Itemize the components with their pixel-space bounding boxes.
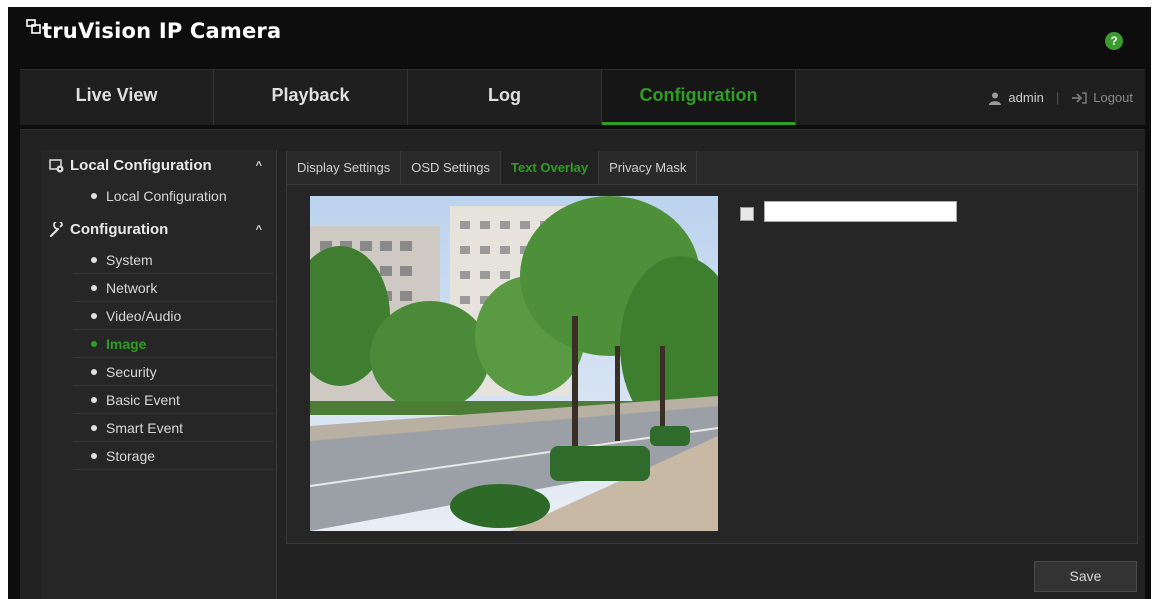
sidebar-item-basic-event[interactable]: Basic Event <box>73 386 273 414</box>
sidebar-item-smart-event[interactable]: Smart Event <box>73 414 273 442</box>
tab-privacy-mask[interactable]: Privacy Mask <box>599 151 698 184</box>
sidebar-section-local-configuration[interactable]: Local Configuration ^ <box>41 150 276 182</box>
sidebar-item-local-configuration[interactable]: Local Configuration <box>73 182 273 210</box>
logout-link[interactable]: Logout <box>1093 73 1133 123</box>
chevron-up-icon: ^ <box>255 160 262 172</box>
logout-icon <box>1072 91 1087 104</box>
nav-tab-configuration[interactable]: Configuration <box>602 70 796 125</box>
sidebar-section-configuration[interactable]: Configuration ^ <box>41 214 276 246</box>
tab-display-settings[interactable]: Display Settings <box>287 151 402 184</box>
overlay-enable-checkbox[interactable] <box>740 207 754 221</box>
user-area: admin | Logout <box>988 70 1133 125</box>
chevron-up-icon: ^ <box>255 224 262 236</box>
sidebar-item-video-audio[interactable]: Video/Audio <box>73 302 273 330</box>
nav-tab-live-view[interactable]: Live View <box>20 70 214 125</box>
save-button[interactable]: Save <box>1034 561 1137 592</box>
user-icon <box>989 92 1002 105</box>
wrench-icon <box>49 222 63 238</box>
user-separator: | <box>1055 89 1060 105</box>
main-nav: Live View Playback Log Configuration adm… <box>20 69 1145 125</box>
sidebar-item-security[interactable]: Security <box>73 358 273 386</box>
user-name[interactable]: admin <box>1008 73 1043 123</box>
sidebar-section-label: Configuration <box>70 221 169 238</box>
content-panel: Display Settings OSD Settings Text Overl… <box>286 151 1138 544</box>
main-panel: Local Configuration ^ Local Configuratio… <box>20 129 1145 599</box>
app-logo: truVision IP Camera <box>26 19 281 43</box>
sidebar-item-system[interactable]: System <box>73 246 273 274</box>
nav-tab-playback[interactable]: Playback <box>214 70 408 125</box>
overlay-text-input[interactable] <box>764 201 957 222</box>
camera-preview <box>310 196 718 531</box>
app-title: truVision IP Camera <box>42 19 282 43</box>
nav-tab-log[interactable]: Log <box>408 70 602 125</box>
camera-logo-icon <box>26 19 41 34</box>
sidebar-item-network[interactable]: Network <box>73 274 273 302</box>
tab-osd-settings[interactable]: OSD Settings <box>401 151 501 184</box>
settings-tabs: Display Settings OSD Settings Text Overl… <box>287 151 1137 185</box>
sidebar-section-label: Local Configuration <box>70 157 212 174</box>
local-config-icon <box>49 159 64 173</box>
sidebar-item-image[interactable]: Image <box>73 330 273 358</box>
help-icon[interactable]: ? <box>1105 32 1123 50</box>
sidebar: Local Configuration ^ Local Configuratio… <box>41 150 277 599</box>
sidebar-item-storage[interactable]: Storage <box>73 442 273 470</box>
tab-text-overlay[interactable]: Text Overlay <box>500 151 600 184</box>
app-window: truVision IP Camera ? Live View Playback… <box>8 7 1151 599</box>
